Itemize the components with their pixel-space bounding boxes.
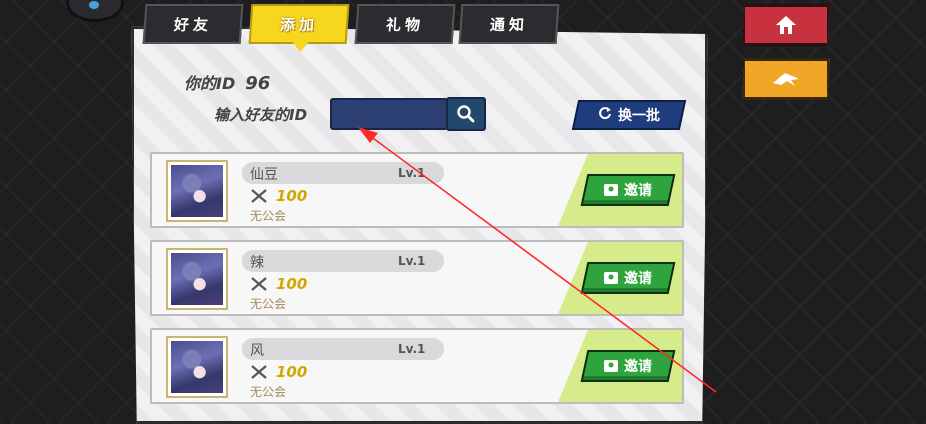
- invite-label: 邀请: [624, 183, 652, 199]
- add-friend-icon: [604, 272, 618, 284]
- search-button[interactable]: [446, 97, 486, 131]
- back-icon: [773, 73, 799, 86]
- home-icon: [776, 16, 796, 34]
- refresh-label: 换一批: [618, 108, 660, 124]
- crossed-swords-icon: [251, 277, 267, 291]
- player-guild: 无公会: [250, 209, 287, 223]
- refresh-icon: [598, 106, 612, 124]
- player-name: 仙豆: [250, 167, 278, 183]
- invite-button[interactable]: 邀请: [580, 350, 676, 382]
- player-power: 100: [250, 275, 307, 293]
- my-id-line: 你的ID 96: [184, 70, 270, 94]
- friend-id-input[interactable]: [332, 100, 446, 128]
- player-guild: 无公会: [250, 385, 287, 399]
- invite-button[interactable]: 邀请: [580, 174, 676, 206]
- invite-label: 邀请: [624, 271, 652, 287]
- refresh-list-button[interactable]: 换一批: [571, 100, 687, 130]
- player-level: Lv.1: [398, 342, 426, 356]
- power-value: 100: [276, 275, 308, 293]
- tab-add[interactable]: 添加: [248, 4, 350, 44]
- invite-label: 邀请: [624, 359, 652, 375]
- player-guild: 无公会: [250, 297, 287, 311]
- player-card: 风 Lv.1 100 无公会 邀请: [150, 328, 684, 404]
- home-button[interactable]: [742, 4, 830, 46]
- add-friend-icon: [604, 184, 618, 196]
- search-icon: [457, 105, 475, 123]
- power-value: 100: [276, 187, 308, 205]
- player-power: 100: [250, 363, 307, 381]
- my-id-value: 96: [245, 73, 271, 94]
- power-value: 100: [276, 363, 308, 381]
- player-card: 仙豆 Lv.1 100 无公会 邀请: [150, 152, 684, 228]
- player-power: 100: [250, 187, 307, 205]
- tab-notifications[interactable]: 通知: [458, 4, 560, 44]
- my-id-label: 你的ID: [184, 74, 236, 93]
- tab-friends[interactable]: 好友: [142, 4, 244, 44]
- friend-id-input-box[interactable]: [330, 98, 448, 130]
- avatar[interactable]: [166, 336, 228, 398]
- crossed-swords-icon: [251, 365, 267, 379]
- add-friend-icon: [604, 360, 618, 372]
- crossed-swords-icon: [251, 189, 267, 203]
- avatar[interactable]: [166, 160, 228, 222]
- friend-id-label: 输入好友的ID: [214, 106, 308, 124]
- player-name: 辣: [250, 255, 264, 271]
- corner-emblem: [66, 0, 124, 22]
- player-level: Lv.1: [398, 254, 426, 268]
- tab-gifts[interactable]: 礼物: [354, 4, 456, 44]
- avatar[interactable]: [166, 248, 228, 310]
- player-name: 风: [250, 343, 264, 359]
- player-level: Lv.1: [398, 166, 426, 180]
- invite-button[interactable]: 邀请: [580, 262, 676, 294]
- back-button[interactable]: [742, 58, 830, 100]
- player-card: 辣 Lv.1 100 无公会 邀请: [150, 240, 684, 316]
